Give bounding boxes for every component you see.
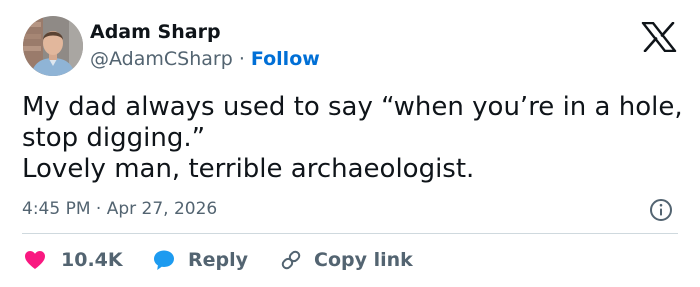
tweet-text-line: My dad always used to say “when you’re i… [22, 92, 683, 122]
tweet-timestamp[interactable]: 4:45 PM · Apr 27, 2026 [22, 199, 217, 219]
avatar-photo [23, 16, 83, 76]
copy-link-button[interactable]: Copy link [279, 247, 413, 273]
tweet-text-line: Lovely man, terrible archaeologist. [22, 154, 475, 184]
like-button[interactable]: 10.4K [24, 247, 123, 273]
follow-button[interactable]: Follow [251, 48, 320, 70]
info-icon[interactable] [649, 198, 673, 222]
reply-button[interactable]: Reply [153, 247, 248, 273]
link-icon [281, 250, 301, 270]
handle-row: @AdamCSharp · Follow [90, 48, 320, 70]
author-name[interactable]: Adam Sharp [90, 21, 221, 43]
x-logo-icon[interactable] [641, 21, 677, 53]
divider [22, 233, 678, 234]
like-count: 10.4K [61, 249, 123, 271]
author-handle[interactable]: @AdamCSharp [90, 48, 233, 70]
heart-icon [25, 251, 45, 269]
avatar[interactable] [23, 16, 83, 76]
tweet-card: Adam Sharp @AdamCSharp · Follow My dad a… [0, 0, 700, 287]
speech-bubble-icon [154, 250, 174, 270]
reply-label: Reply [188, 249, 249, 271]
copy-link-label: Copy link [314, 249, 413, 271]
separator-dot: · [238, 48, 245, 70]
tweet-text-line: stop digging.” [22, 123, 206, 153]
tweet-text: My dad always used to say “when you’re i… [22, 92, 692, 185]
